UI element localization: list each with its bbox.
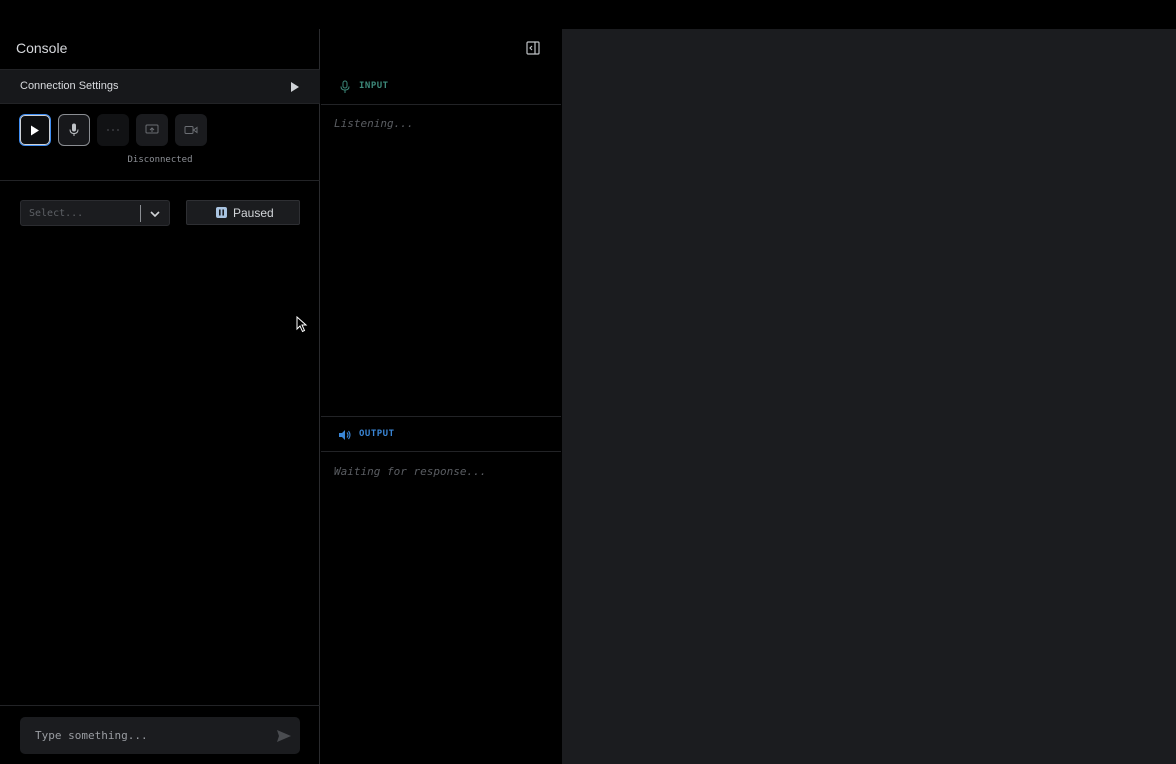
chevron-down-icon [150, 211, 160, 218]
console-header: Console [0, 29, 320, 69]
select-separator [140, 205, 141, 222]
send-icon[interactable] [276, 728, 292, 744]
divider [0, 180, 320, 181]
divider [0, 705, 320, 706]
expand-arrow-icon [291, 82, 299, 92]
main-content-area [562, 29, 1176, 764]
select-placeholder: Select... [29, 208, 84, 219]
paused-toggle-button[interactable]: Paused [186, 200, 300, 225]
mouse-cursor-icon [296, 316, 308, 333]
connection-settings-label: Connection Settings [20, 80, 119, 92]
microphone-button[interactable] [58, 114, 90, 146]
camera-button[interactable] [175, 114, 207, 146]
connection-status: Disconnected [127, 155, 193, 165]
message-input[interactable]: Type something... [20, 717, 300, 754]
paused-label: Paused [233, 206, 274, 220]
sidebar-collapse-icon[interactable] [526, 41, 540, 55]
speaker-icon [339, 430, 351, 440]
message-placeholder: Type something... [35, 729, 148, 742]
video-camera-icon [184, 126, 198, 134]
more-options-button[interactable] [97, 114, 129, 146]
microphone-icon [69, 123, 79, 136]
connect-play-button[interactable] [19, 114, 51, 146]
connection-settings-toggle[interactable]: Connection Settings [0, 69, 320, 104]
console-sidebar: Console Connection Settings Disconnected… [0, 29, 320, 764]
io-panel: INPUT Listening... OUTPUT Waiting for re… [321, 69, 561, 764]
more-dots-icon [107, 129, 119, 131]
output-section-header: OUTPUT [321, 416, 561, 452]
play-icon [31, 125, 39, 135]
screen-share-button[interactable] [136, 114, 168, 146]
pause-icon [216, 207, 227, 218]
input-section-header: INPUT [321, 69, 561, 105]
screen-share-icon [145, 124, 159, 134]
page-title: Console [16, 40, 68, 56]
top-bar [0, 0, 1176, 29]
output-transcript: Waiting for response... [334, 465, 487, 478]
input-transcript: Listening... [334, 117, 414, 130]
output-label: OUTPUT [359, 429, 395, 439]
input-label: INPUT [359, 81, 389, 91]
microphone-icon [340, 80, 350, 93]
log-filter-select[interactable]: Select... [20, 200, 170, 226]
